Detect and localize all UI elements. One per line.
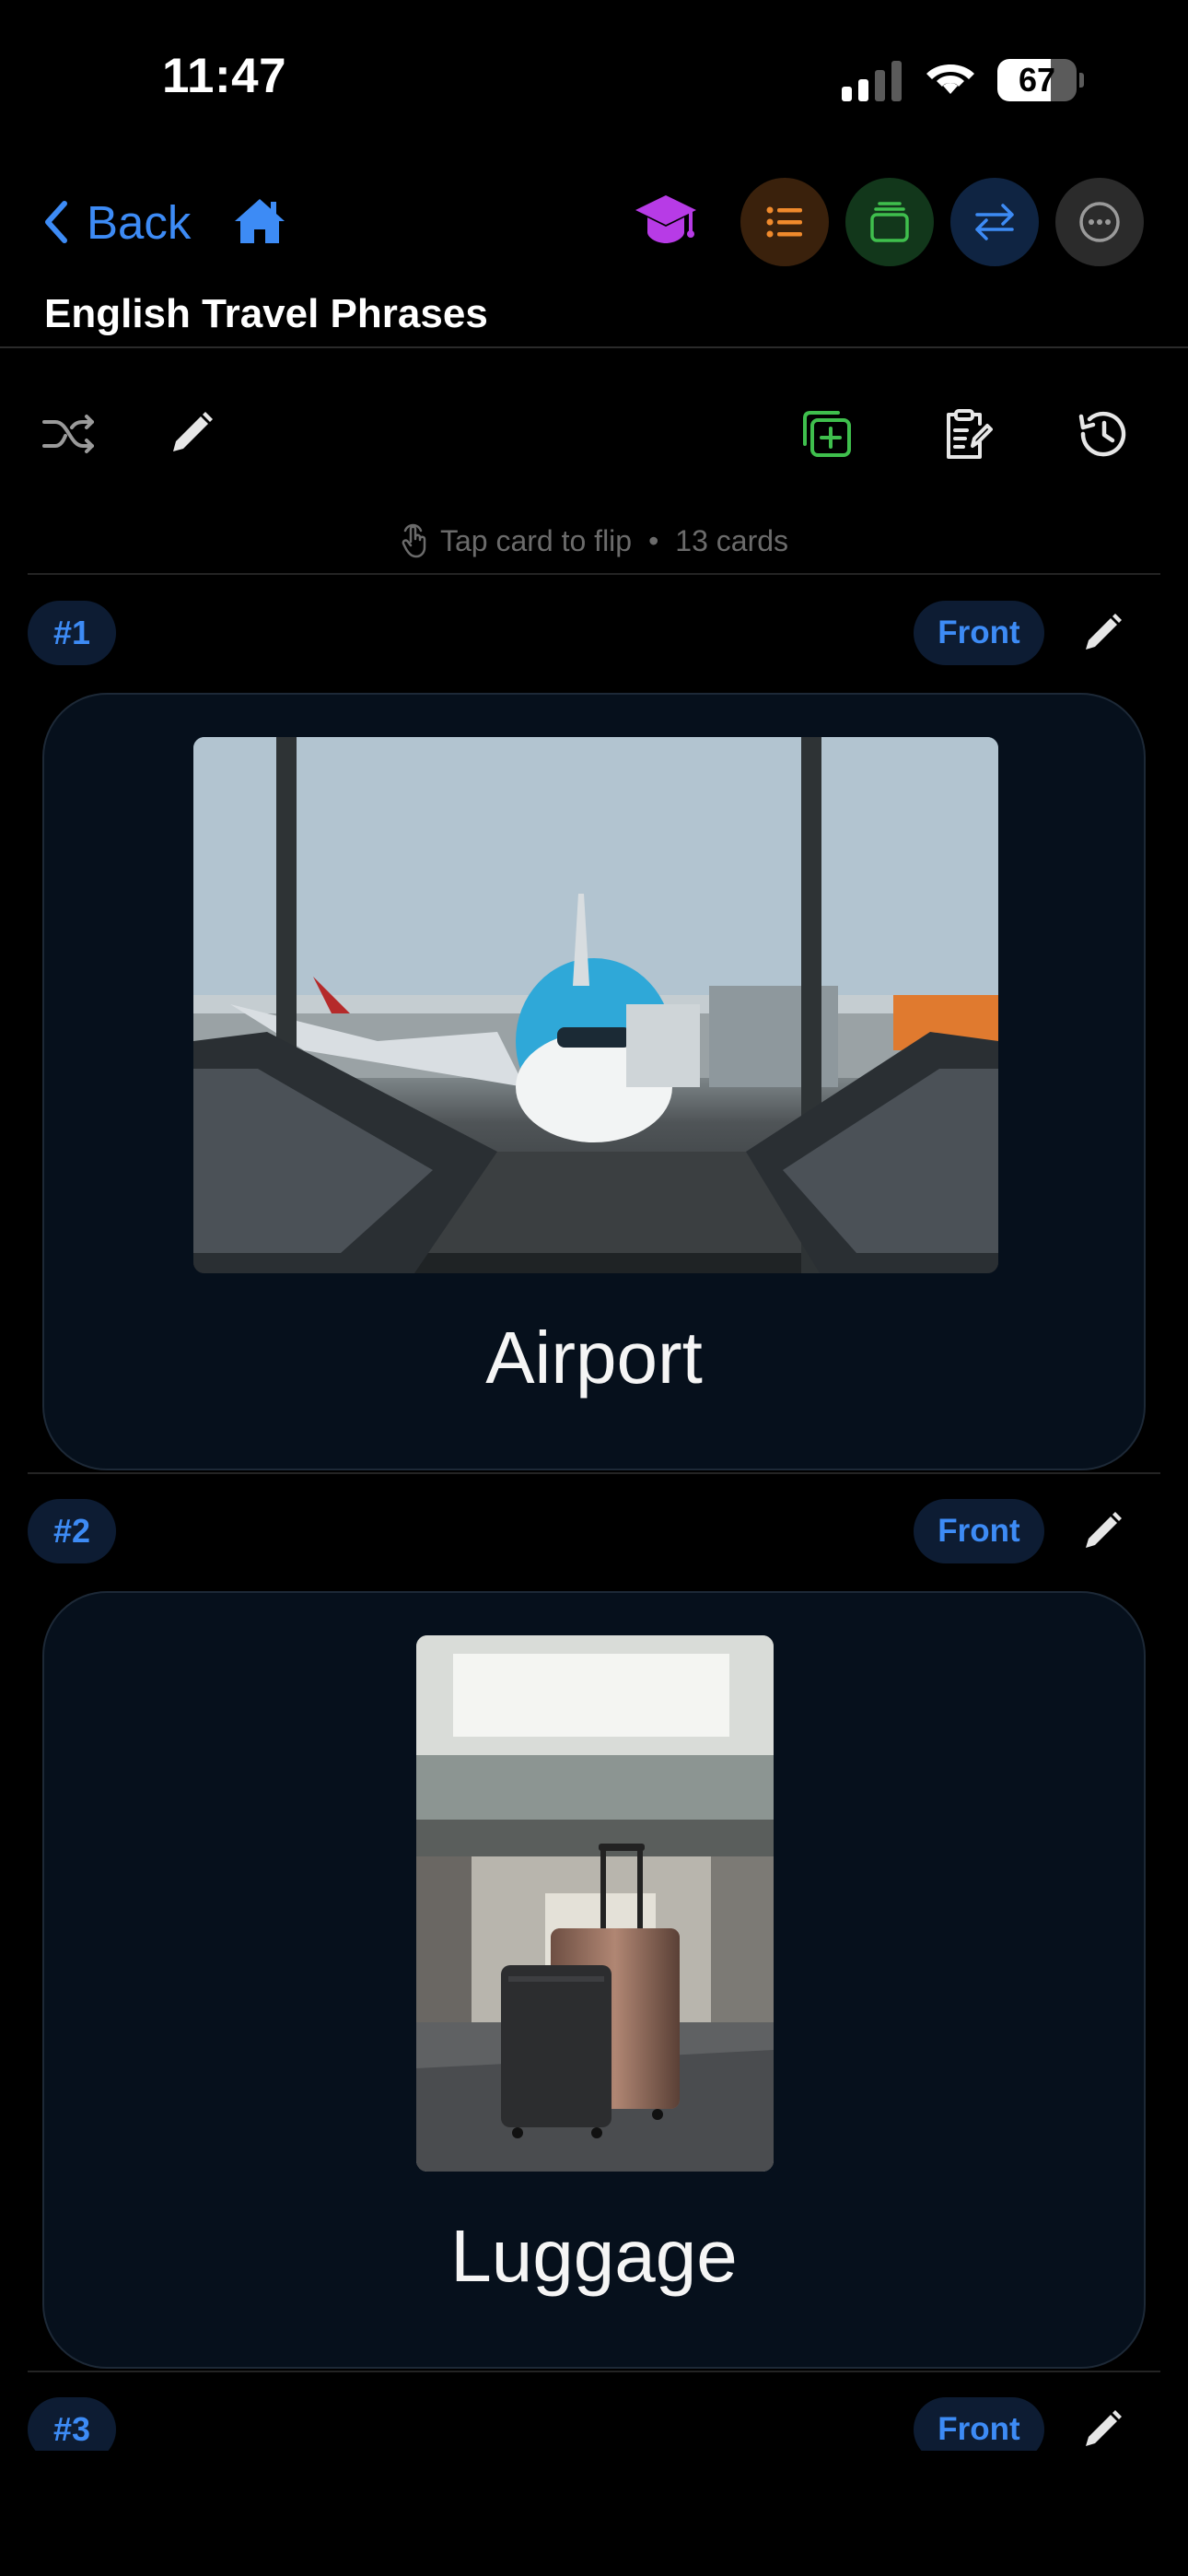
card-number-badge: #2 [28, 1499, 116, 1563]
hint-separator: • [648, 523, 659, 557]
cellular-signal-icon [842, 61, 904, 101]
battery-icon: 67 [997, 59, 1084, 101]
pencil-icon [1086, 614, 1122, 650]
card-divider [28, 2371, 1160, 2372]
flashcard[interactable]: Airport [42, 693, 1146, 1470]
flip-hint: Tap card to flip • 13 cards [0, 523, 1188, 558]
shuffle-icon [42, 415, 94, 453]
battery-level: 67 [1018, 61, 1056, 99]
graduation-cap-icon[interactable] [634, 192, 698, 247]
swap-arrows-icon [975, 204, 1014, 240]
back-button[interactable]: Back [41, 190, 191, 254]
flashcard[interactable]: Luggage [42, 1591, 1146, 2369]
edit-card-button[interactable] [1077, 2405, 1127, 2454]
pencil-icon [1086, 2410, 1122, 2446]
clipboard-edit-icon [947, 409, 993, 459]
card-stack-icon [870, 202, 909, 242]
luggage-photo [416, 1635, 774, 2172]
card-count: 13 cards [675, 523, 789, 557]
list-icon [766, 206, 802, 238]
wifi-icon [925, 57, 976, 100]
shuffle-button[interactable] [41, 405, 98, 463]
pencil-icon [173, 412, 213, 451]
history-icon [1078, 411, 1126, 457]
card-stack-button[interactable] [845, 178, 934, 266]
flip-hint-text: Tap card to flip [439, 523, 633, 557]
chevron-left-icon [45, 201, 67, 243]
add-card-button[interactable] [798, 405, 855, 463]
ellipsis-circle-icon [1079, 202, 1120, 242]
edit-card-button[interactable] [1077, 608, 1127, 658]
list-view-button[interactable] [740, 178, 829, 266]
pencil-icon [1086, 1512, 1122, 1548]
header-divider [0, 346, 1188, 348]
back-label: Back [87, 195, 192, 249]
home-icon[interactable] [232, 195, 287, 247]
tap-hand-icon [402, 523, 426, 558]
add-card-icon [803, 411, 851, 457]
card-side-badge[interactable]: Front [914, 1499, 1044, 1563]
card-number-badge: #1 [28, 601, 116, 665]
airport-photo [193, 737, 998, 1273]
deck-title: English Travel Phrases [44, 291, 488, 336]
card-divider [28, 1472, 1160, 1474]
status-time: 11:47 [162, 49, 287, 103]
card-divider [28, 573, 1160, 575]
swap-sides-button[interactable] [950, 178, 1039, 266]
edit-deck-button[interactable] [162, 405, 219, 463]
card-side-badge[interactable]: Front [914, 601, 1044, 665]
edit-card-button[interactable] [1077, 1506, 1127, 1556]
bottom-safe-area [0, 2451, 1188, 2576]
clipboard-edit-button[interactable] [938, 405, 995, 463]
more-options-button[interactable] [1055, 178, 1144, 266]
history-button[interactable] [1074, 405, 1131, 463]
card-word: Airport [485, 1317, 703, 1399]
card-word: Luggage [450, 2215, 738, 2297]
